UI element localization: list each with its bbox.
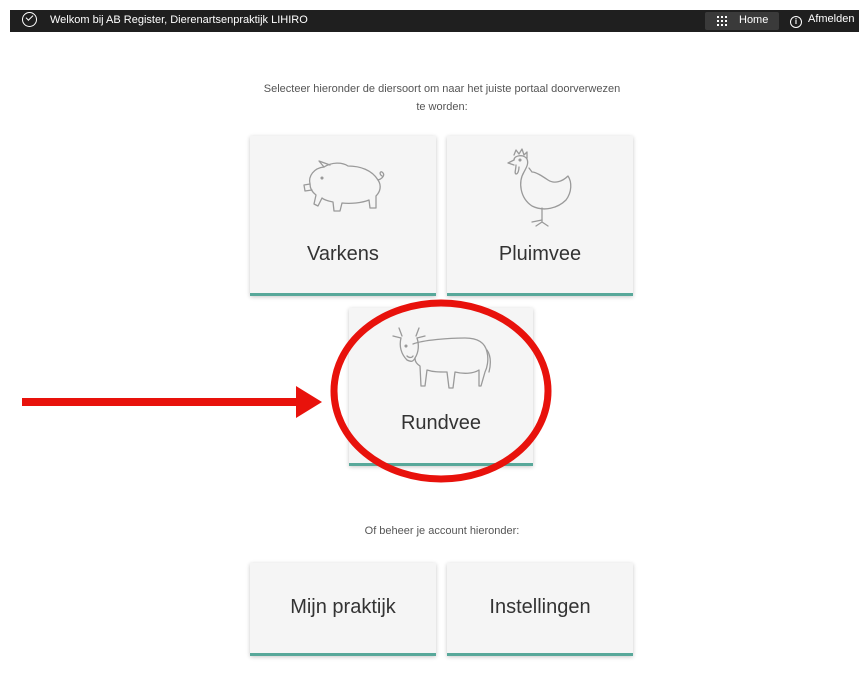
top-bar: Welkom bij AB Register, Dierenartsenprak…	[10, 10, 859, 32]
pig-icon	[303, 160, 385, 212]
logout-label: Afmelden	[808, 13, 855, 25]
tile-label: Varkens	[307, 243, 379, 265]
tile-label: Pluimvee	[498, 243, 582, 265]
cow-icon	[392, 327, 491, 389]
annotation-arrow-shaft	[22, 398, 300, 406]
annotation-arrow-head	[296, 386, 322, 418]
intro-line-1: Selecteer hieronder de diersoort om naar…	[263, 83, 621, 95]
tile-varkens[interactable]: Varkens	[250, 136, 436, 296]
tile-pluimvee[interactable]: Pluimvee	[447, 136, 633, 296]
tile-label: Rundvee	[400, 412, 482, 434]
grid-icon	[717, 16, 727, 26]
tile-instellingen[interactable]: Instellingen	[447, 563, 633, 656]
tile-mijn-praktijk[interactable]: Mijn praktijk	[250, 563, 436, 656]
chicken-icon	[507, 148, 572, 227]
home-label: Home	[739, 14, 769, 26]
tile-label: Instellingen	[489, 596, 591, 618]
check-circle-icon	[22, 12, 37, 27]
welcome-text: Welkom bij AB Register, Dierenartsenprak…	[50, 14, 308, 26]
intro-line-2: te worden:	[416, 101, 468, 113]
tile-rundvee[interactable]: Rundvee	[349, 308, 533, 466]
intro-text: Selecteer hieronder de diersoort om naar…	[250, 80, 634, 116]
home-button[interactable]: Home	[705, 12, 779, 30]
account-subtitle: Of beheer je account hieronder:	[364, 525, 520, 537]
tile-label: Mijn praktijk	[290, 596, 396, 618]
logout-button[interactable]: i Afmelden	[790, 13, 854, 28]
info-icon: i	[790, 16, 802, 28]
